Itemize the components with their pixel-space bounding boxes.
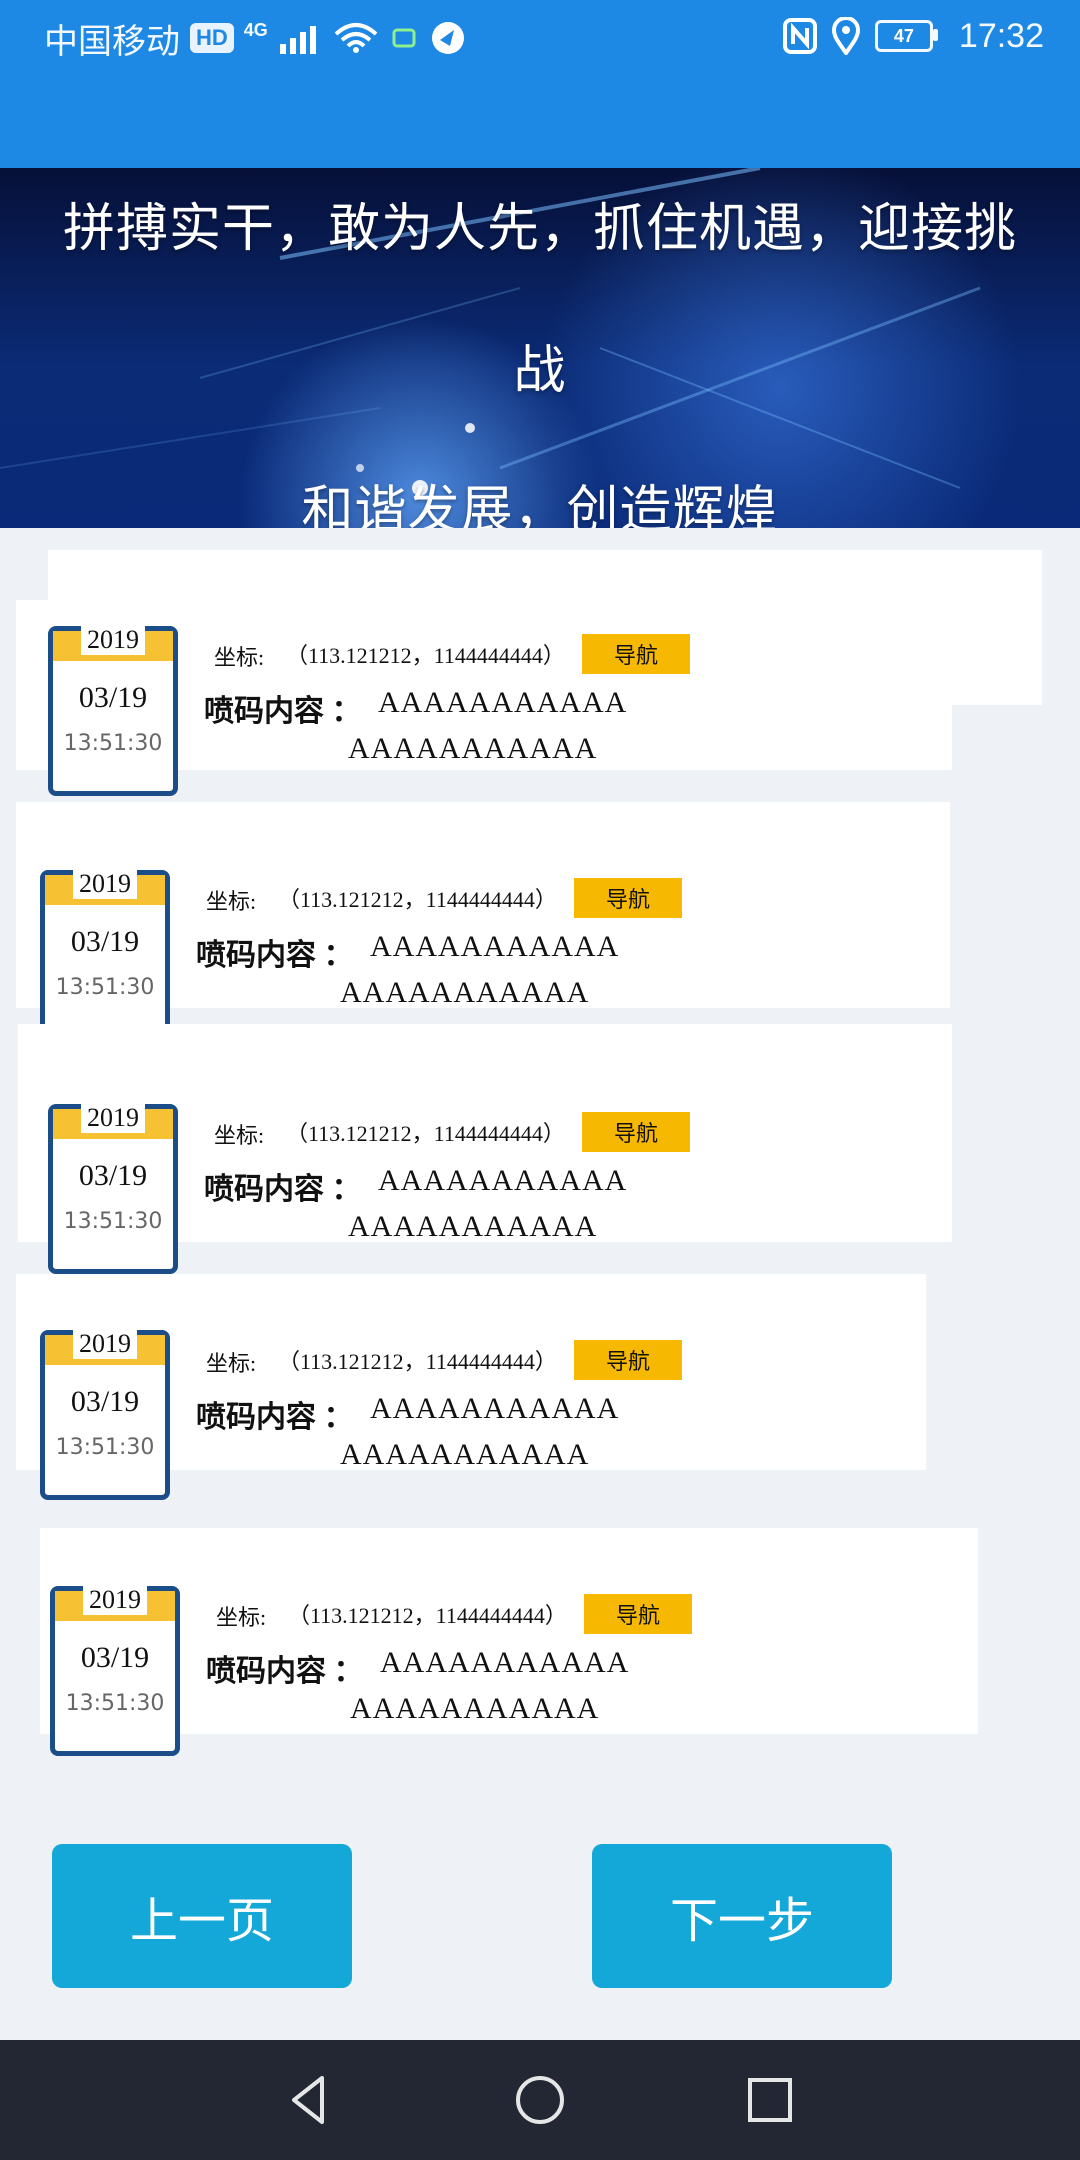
calendar-date: 03/19: [80, 1641, 150, 1674]
calendar-date: 03/19: [70, 925, 140, 958]
calendar-date: 03/19: [78, 681, 148, 714]
calendar-time: 13:51:30: [65, 1691, 165, 1716]
navigate-button[interactable]: 导航: [574, 1340, 682, 1380]
coordinate-value: （113.121212，1144444444）: [278, 1349, 557, 1374]
calendar-icon: 2019 03/19 13:51:30: [40, 869, 170, 1040]
calendar-date: 03/19: [70, 1385, 140, 1418]
coordinate-label: 坐标:: [206, 889, 257, 914]
app-icon: [431, 22, 464, 54]
status-right: 47 17:32: [782, 14, 1044, 58]
calendar-icon: 2019 03/19 13:51:30: [48, 625, 178, 796]
banner-text-line-2: 战: [513, 341, 567, 401]
signal-icon: [279, 26, 316, 54]
calendar-icon: 2019 03/19 13:51:30: [48, 1103, 178, 1274]
content-value: AAAAAAAAAAA: [378, 686, 628, 719]
calendar-time: 13:51:30: [55, 1435, 155, 1460]
content-value: AAAAAAAAAAA: [378, 1164, 628, 1197]
calendar-year: 2019: [73, 869, 137, 899]
home-icon[interactable]: [508, 2068, 572, 2132]
record-item: 2019 03/19 13:51:30 坐标: （113.121212，1144…: [0, 1024, 1080, 1274]
calendar-year: 2019: [81, 625, 145, 655]
coordinate-label: 坐标:: [206, 1351, 257, 1376]
calendar-icon: 2019 03/19 13:51:30: [50, 1585, 180, 1756]
record-item: 2019 03/19 13:51:30 坐标: （113.121212，1144…: [0, 1510, 1080, 1756]
coordinate-value: （113.121212，1144444444）: [278, 887, 557, 912]
calendar-icon: 2019 03/19 13:51:30: [40, 1329, 170, 1500]
recents-icon[interactable]: [738, 2068, 802, 2132]
banner-image: 拼搏实干，敢为人先，抓住机遇，迎接挑 战 和谐发展，创造辉煌: [0, 168, 1080, 528]
content-value: AAAAAAAAAAA: [370, 930, 620, 963]
battery-level: 47: [893, 25, 914, 46]
calendar-time: 13:51:30: [63, 1209, 163, 1234]
content-value-line-2: AAAAAAAAAAA: [340, 976, 590, 1009]
content-value-line-2: AAAAAAAAAAA: [348, 1210, 598, 1243]
calendar-year: 2019: [83, 1585, 147, 1615]
status-time: 17:32: [958, 16, 1044, 55]
record-item: 2019 03/19 13:51:30 坐标: （113.121212，1144…: [0, 550, 1080, 796]
content-value-line-2: AAAAAAAAAAA: [340, 1438, 590, 1471]
banner-text-line-3: 和谐发展，创造辉煌: [301, 481, 779, 528]
notification-icon: [392, 28, 416, 48]
hd-badge: HD: [190, 23, 234, 53]
content-value: AAAAAAAAAAA: [380, 1646, 630, 1679]
content-label: 喷码内容 ：: [204, 1173, 362, 1206]
status-left: 中国移动 HD 4G: [44, 18, 468, 61]
coordinate-value: （113.121212，1144444444）: [286, 1121, 565, 1146]
navigate-button[interactable]: 导航: [582, 634, 690, 674]
navigate-button[interactable]: 导航: [574, 878, 682, 918]
record-item: 2019 03/19 13:51:30 坐标: （113.121212，1144…: [0, 790, 1080, 1040]
record-item: 2019 03/19 13:51:30 坐标: （113.121212，1144…: [0, 1256, 1080, 1500]
navigate-button[interactable]: 导航: [582, 1112, 690, 1152]
content-value: AAAAAAAAAAA: [370, 1392, 620, 1425]
navigate-button[interactable]: 导航: [584, 1594, 692, 1634]
system-navigation-bar: [0, 2040, 1080, 2160]
coordinate-label: 坐标:: [214, 645, 265, 670]
battery-icon: 47: [874, 20, 938, 52]
coordinate-label: 坐标:: [214, 1123, 265, 1148]
next-step-button[interactable]: 下一步: [592, 1844, 892, 1988]
wifi-icon: [334, 23, 378, 53]
back-icon[interactable]: [278, 2068, 342, 2132]
content-label: 喷码内容 ：: [204, 695, 362, 728]
coordinate-label: 坐标:: [216, 1605, 267, 1630]
status-bar: 中国移动 HD 4G 47 17:32: [0, 0, 1080, 168]
nfc-icon: [782, 18, 817, 54]
location-icon: [831, 17, 860, 55]
calendar-time: 13:51:30: [55, 975, 155, 1000]
previous-page-button[interactable]: 上一页: [52, 1844, 352, 1988]
carrier-name: 中国移动: [44, 22, 180, 61]
coordinate-value: （113.121212，1144444444）: [288, 1603, 567, 1628]
network-type: 4G: [243, 20, 268, 40]
banner-text-line-1: 拼搏实干，敢为人先，抓住机遇，迎接挑: [62, 199, 1017, 259]
coordinate-value: （113.121212，1144444444）: [286, 643, 565, 668]
content-label: 喷码内容 ：: [196, 939, 354, 972]
calendar-year: 2019: [73, 1329, 137, 1359]
content-label: 喷码内容 ：: [206, 1655, 364, 1688]
content-value-line-2: AAAAAAAAAAA: [350, 1692, 600, 1725]
calendar-date: 03/19: [78, 1159, 148, 1192]
content-value-line-2: AAAAAAAAAAA: [348, 732, 598, 765]
calendar-year: 2019: [81, 1103, 145, 1133]
calendar-time: 13:51:30: [63, 731, 163, 756]
content-label: 喷码内容 ：: [196, 1401, 354, 1434]
